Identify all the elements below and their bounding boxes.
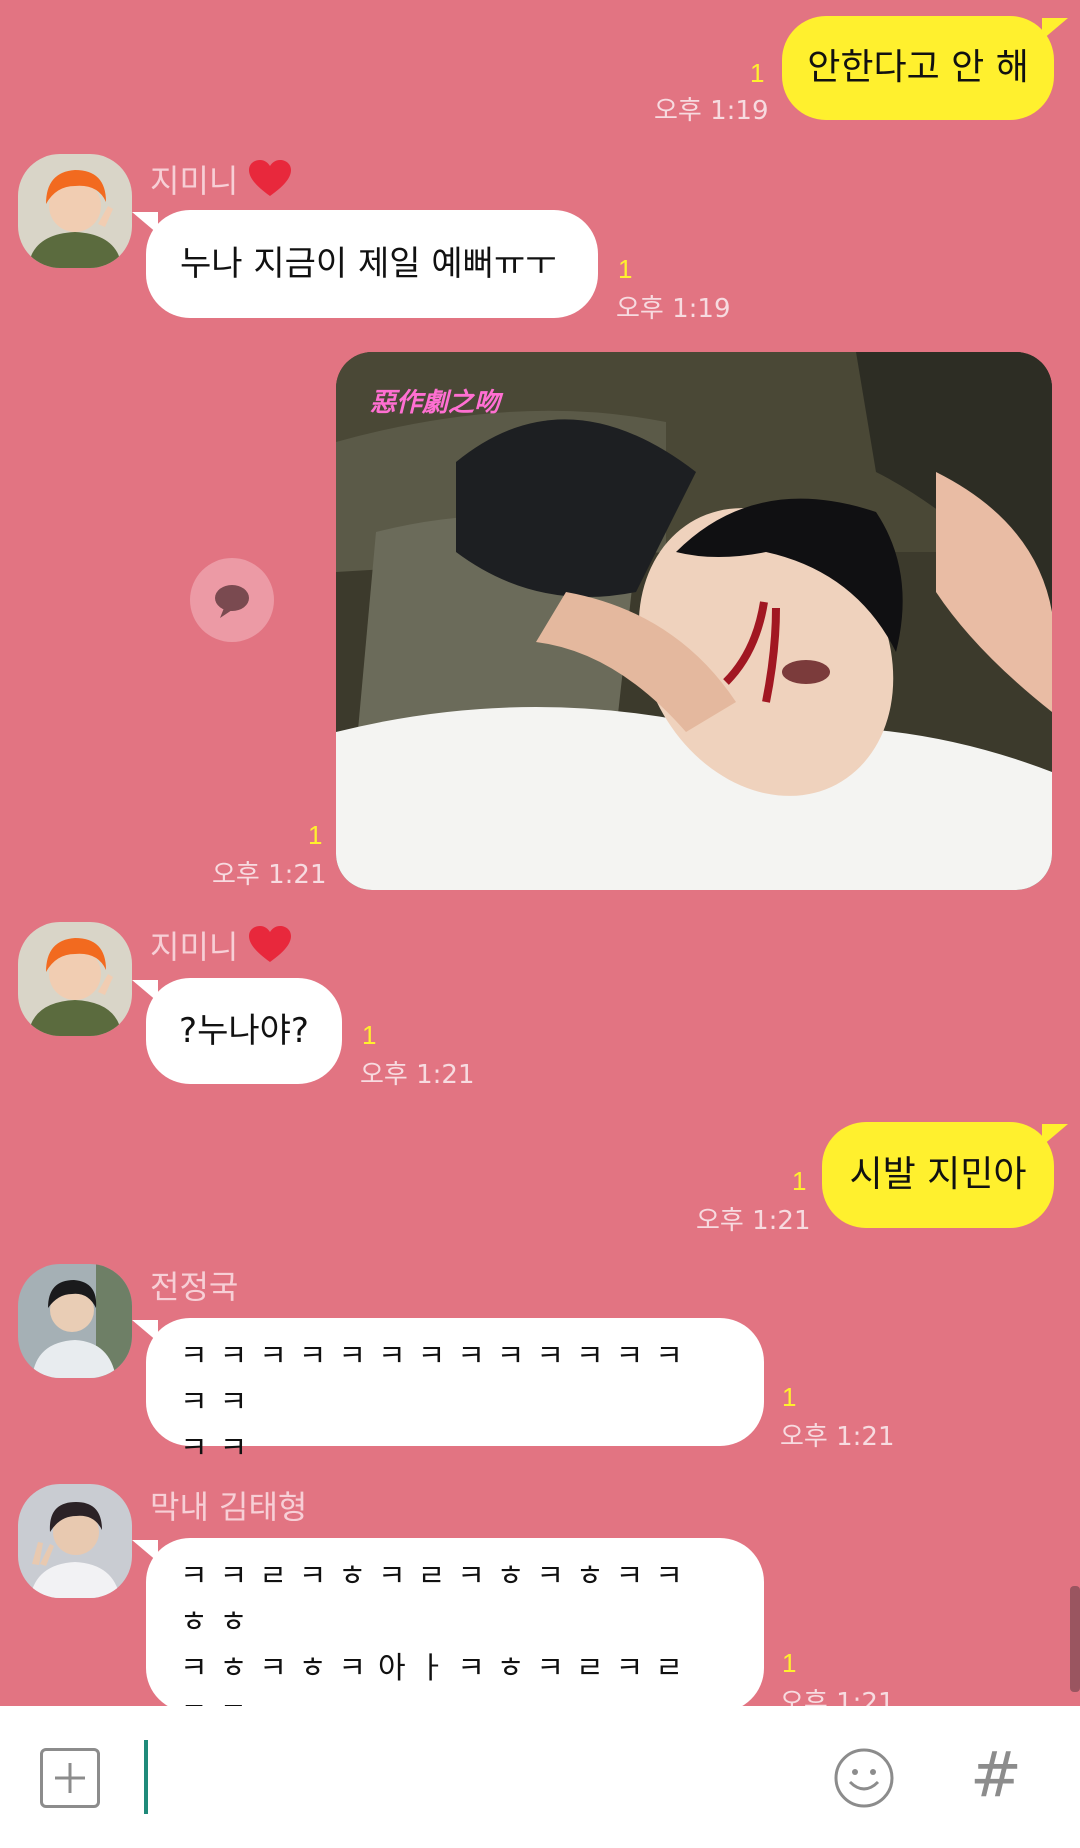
unread-count: 1 — [750, 58, 765, 88]
speech-bubble-icon — [215, 585, 249, 618]
message-time: 오후 1:21 — [780, 1688, 895, 1706]
unread-count: 1 — [782, 1382, 797, 1412]
their-message-bubble[interactable]: ㅋㅋㅋㅋㅋㅋㅋㅋㅋㅋㅋㅋㅋㅋㅋ ㅋㅋ — [132, 1318, 764, 1466]
message-time: 오후 1:19 — [616, 294, 731, 324]
message-input[interactable] — [140, 1736, 780, 1818]
sender-name: 지미니 — [150, 156, 291, 202]
input-bar: # — [0, 1706, 1080, 1848]
message-line: ㅋㅋㅋㅋㅋㅋㅋㅋㅋㅋㅋㅋㅋㅋㅋ — [180, 1339, 695, 1420]
their-message-bubble[interactable]: 누나 지금이 제일 예뻐ㅠㅜ — [132, 210, 598, 318]
their-message-bubble[interactable]: ?누나야? — [132, 978, 342, 1084]
hash-icon[interactable]: # — [966, 1740, 1026, 1810]
chat-scrollbar[interactable] — [1070, 1586, 1080, 1692]
unread-count: 1 — [308, 820, 323, 850]
unread-count: 1 — [362, 1020, 377, 1050]
message-time: 오후 1:21 — [696, 1206, 811, 1236]
message-time: 오후 1:21 — [360, 1060, 475, 1090]
plus-square-icon[interactable] — [40, 1748, 100, 1808]
unread-count: 1 — [792, 1166, 807, 1196]
message-text: 안한다고 안 해 — [807, 47, 1029, 88]
share-bubble-button[interactable] — [190, 558, 274, 642]
message-time: 오후 1:19 — [654, 96, 769, 126]
message-line: ㅋㅋㄹㅋㅎㅋㄹㅋㅎㅋㅎㅋㅋㅎㅎ — [180, 1559, 695, 1640]
avatar[interactable] — [18, 1264, 132, 1378]
sender-name: 전정국 — [150, 1268, 239, 1306]
avatar[interactable] — [18, 154, 132, 268]
photo-watermark: 惡作劇之吻 — [370, 388, 501, 418]
sender-name: 막내 김태형 — [150, 1488, 308, 1526]
unread-count: 1 — [782, 1648, 797, 1678]
message-text: 시발 지민아 — [849, 1154, 1027, 1195]
my-message-bubble[interactable]: 시발 지민아 — [822, 1122, 1068, 1228]
my-message-bubble[interactable]: 안한다고 안 해 — [782, 16, 1068, 120]
smiley-icon[interactable] — [832, 1746, 896, 1810]
message-text: 누나 지금이 제일 예뻐ㅠㅜ — [180, 244, 557, 284]
heart-icon — [248, 926, 291, 962]
sender-name: 지미니 — [150, 922, 291, 968]
message-line: ㅋㅎㅋㅎㅋ아ㅏㅋㅎㅋㄹㅋㄹㅋㄹ — [180, 1651, 695, 1706]
avatar[interactable] — [18, 1484, 132, 1598]
unread-count: 1 — [618, 254, 633, 284]
message-line: ㅋㅋ — [180, 1431, 260, 1466]
photo-message[interactable]: 惡作劇之吻 — [336, 352, 1052, 890]
chat-area[interactable]: 안한다고 안 해 1 오후 1:19 지미니 누나 지금이 제일 예뻐ㅠㅜ 1 … — [0, 0, 1080, 1706]
message-text: ?누나야? — [179, 1011, 309, 1051]
their-message-bubble[interactable]: ㅋㅋㄹㅋㅎㅋㄹㅋㅎㅋㅎㅋㅋㅎㅎ ㅋㅎㅋㅎㅋ아ㅏㅋㅎㅋㄹㅋㄹㅋㄹ ㅋ — [132, 1538, 764, 1706]
message-time: 오후 1:21 — [212, 860, 327, 890]
text-cursor — [144, 1740, 148, 1814]
message-time: 오후 1:21 — [780, 1422, 895, 1452]
heart-icon — [248, 160, 291, 196]
avatar[interactable] — [18, 922, 132, 1036]
